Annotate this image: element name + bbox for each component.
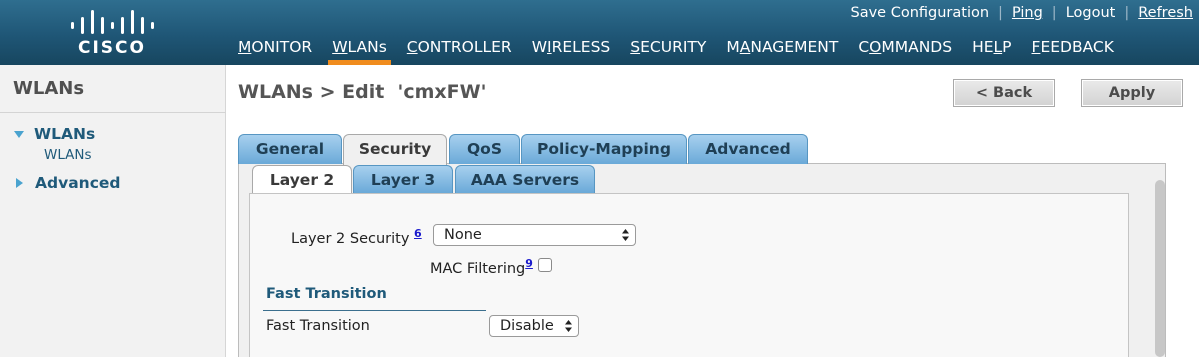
nav-security[interactable]: SECURITY: [620, 36, 716, 65]
nav-feedback[interactable]: FEEDBACK: [1022, 36, 1124, 65]
fast-transition-select[interactable]: Disable: [489, 315, 579, 337]
page-title: WLANs > Edit 'cmxFW': [238, 81, 487, 103]
tab-aaa-servers[interactable]: AAA Servers: [455, 165, 595, 193]
footnote-link[interactable]: 9: [525, 257, 533, 270]
mac-filtering-label: MAC Filtering9: [430, 257, 533, 277]
divider: |: [998, 5, 1003, 21]
logout-link[interactable]: Logout: [1066, 5, 1116, 21]
tab-policy-mapping[interactable]: Policy-Mapping: [521, 134, 687, 164]
section-divider: [263, 310, 486, 311]
tab-layer-3[interactable]: Layer 3: [353, 165, 453, 193]
layer2-panel: [249, 193, 1129, 357]
top-header: CISCO Save Configuration | Ping | Logout…: [0, 0, 1199, 65]
select-arrows-icon: [622, 229, 629, 241]
sidebar: WLANs WLANs WLANs Advanced: [0, 65, 226, 357]
back-button[interactable]: < Back: [953, 79, 1055, 107]
sidebar-divider: [0, 112, 226, 113]
layer2-security-select[interactable]: None: [433, 224, 636, 246]
refresh-link[interactable]: Refresh: [1138, 5, 1193, 21]
tab-qos[interactable]: QoS: [449, 134, 520, 164]
nav-help[interactable]: HELP: [962, 36, 1021, 65]
nav-commands[interactable]: COMMANDS: [848, 36, 962, 65]
utility-links: Save Configuration | Ping | Logout | Ref…: [851, 4, 1194, 22]
tab-layer-2[interactable]: Layer 2: [252, 165, 352, 195]
scrollbar[interactable]: [1155, 180, 1165, 357]
cisco-logo-text: CISCO: [78, 38, 146, 58]
apply-button[interactable]: Apply: [1081, 79, 1183, 107]
nav-management[interactable]: MANAGEMENT: [716, 36, 848, 65]
footnote-link[interactable]: 6: [414, 227, 422, 240]
sidebar-title: WLANs: [13, 78, 85, 99]
main-nav: MONITOR WLANs CONTROLLER WIRELESS SECURI…: [228, 36, 1124, 65]
fast-transition-section-title: Fast Transition: [266, 286, 387, 302]
nav-wlans[interactable]: WLANs: [322, 36, 397, 65]
mac-filtering-checkbox[interactable]: [538, 258, 552, 272]
layer2-security-label: Layer 2 Security 6: [291, 227, 422, 247]
divider: |: [1124, 5, 1130, 21]
nav-controller[interactable]: CONTROLLER: [397, 36, 522, 65]
tab-general[interactable]: General: [238, 134, 342, 164]
nav-monitor[interactable]: MONITOR: [228, 36, 322, 65]
wlan-tabs: General Security QoS Policy-Mapping Adva…: [0, 134, 1199, 166]
fast-transition-label: Fast Transition: [266, 318, 370, 334]
ping-link[interactable]: Ping: [1012, 5, 1043, 21]
cisco-logo: CISCO: [71, 10, 154, 58]
tab-advanced[interactable]: Advanced: [688, 134, 808, 164]
nav-wireless[interactable]: WIRELESS: [522, 36, 621, 65]
select-arrows-icon: [565, 320, 572, 332]
tab-security[interactable]: Security: [343, 134, 447, 166]
security-subtabs: Layer 2 Layer 3 AAA Servers: [0, 165, 1199, 195]
save-configuration-link[interactable]: Save Configuration: [851, 5, 990, 21]
divider: |: [1051, 5, 1057, 21]
